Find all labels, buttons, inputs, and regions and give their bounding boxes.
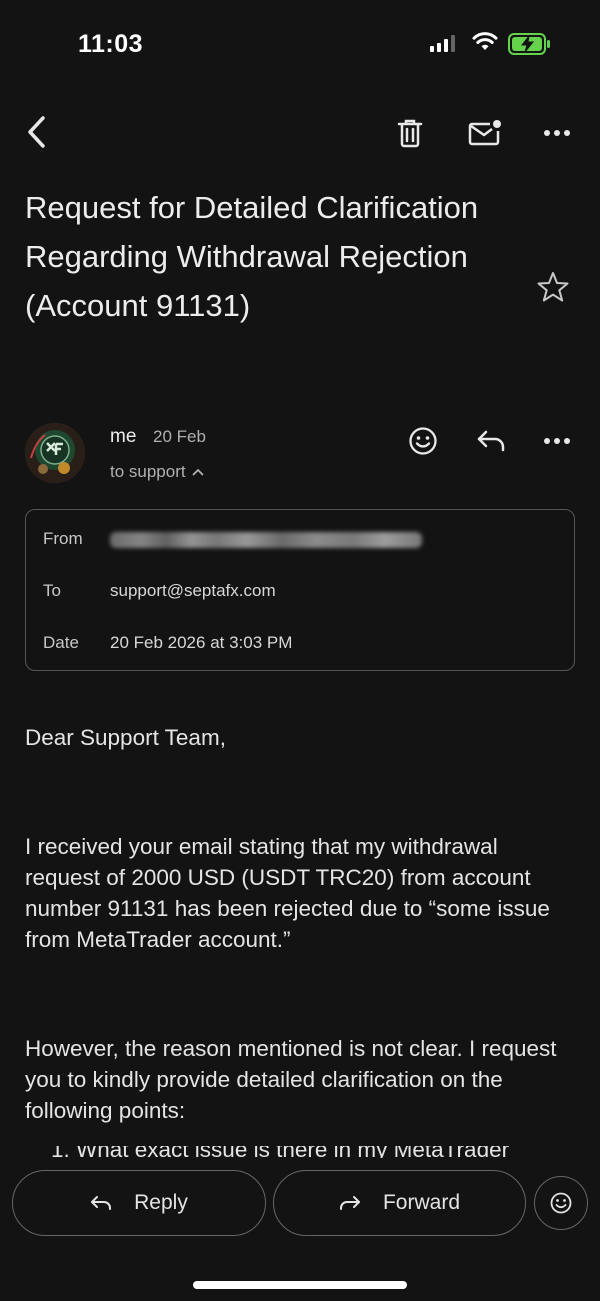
mark-unread-icon bbox=[468, 120, 501, 146]
more-horizontal-icon bbox=[544, 438, 570, 444]
email-subject: Request for Detailed Clarification Regar… bbox=[25, 190, 479, 323]
from-label: From bbox=[43, 529, 83, 548]
bottom-action-bar: Reply Forward bbox=[0, 1158, 600, 1301]
date-label: Date bbox=[43, 633, 79, 652]
message-details: From To support@septafx.com Date 20 Feb … bbox=[25, 509, 575, 671]
avatar-image bbox=[25, 423, 85, 483]
delete-button[interactable] bbox=[392, 113, 428, 153]
forward-icon bbox=[339, 1196, 360, 1210]
react-button[interactable] bbox=[534, 1176, 588, 1230]
message-more-button[interactable] bbox=[540, 424, 574, 458]
reply-icon bbox=[91, 1196, 112, 1210]
message-date: 20 Feb bbox=[153, 427, 206, 446]
body-paragraph-1: I received your email stating that my wi… bbox=[25, 834, 550, 952]
mark-unread-button[interactable] bbox=[464, 113, 506, 153]
forward-button[interactable]: Forward bbox=[273, 1170, 526, 1236]
star-button[interactable] bbox=[536, 270, 572, 306]
back-button[interactable] bbox=[18, 112, 54, 152]
recipients-toggle[interactable]: to support bbox=[110, 462, 204, 482]
redacted-sender-address bbox=[110, 532, 422, 548]
list-item-text: 1. What exact issue is there in my MetaT… bbox=[25, 1146, 575, 1158]
body-paragraph-2: However, the reason mentioned is not cle… bbox=[25, 1036, 557, 1123]
body-list-item-partial: 1. What exact issue is there in my MetaT… bbox=[25, 1146, 575, 1158]
body-greeting: Dear Support Team, bbox=[25, 725, 226, 750]
more-horizontal-icon bbox=[544, 130, 570, 136]
reply-icon bbox=[477, 430, 505, 452]
status-bar: 11:03 bbox=[0, 0, 600, 90]
sender-name: me bbox=[110, 426, 137, 447]
chevron-left-icon bbox=[28, 116, 45, 148]
recipients-text: to support bbox=[110, 462, 186, 481]
home-indicator[interactable] bbox=[193, 1281, 407, 1289]
trash-icon bbox=[397, 119, 423, 148]
reply-label: Reply bbox=[134, 1191, 188, 1214]
more-options-button[interactable] bbox=[538, 113, 576, 153]
star-icon bbox=[537, 272, 569, 302]
signal-strength-icon bbox=[430, 34, 455, 52]
forward-label: Forward bbox=[382, 1191, 461, 1214]
chevron-up-icon bbox=[192, 468, 204, 476]
battery-charging-icon bbox=[508, 33, 550, 55]
date-value: 20 Feb 2026 at 3:03 PM bbox=[110, 633, 293, 652]
to-label: To bbox=[43, 581, 61, 600]
avatar[interactable] bbox=[25, 423, 85, 483]
emoji-icon bbox=[550, 1192, 572, 1214]
wifi-icon bbox=[472, 32, 498, 50]
emoji-icon bbox=[409, 427, 437, 455]
reply-icon-button[interactable] bbox=[474, 424, 508, 458]
reply-button[interactable]: Reply bbox=[12, 1170, 266, 1236]
status-time: 11:03 bbox=[78, 30, 144, 58]
add-reaction-button[interactable] bbox=[406, 424, 440, 458]
to-address[interactable]: support@septafx.com bbox=[110, 581, 276, 601]
